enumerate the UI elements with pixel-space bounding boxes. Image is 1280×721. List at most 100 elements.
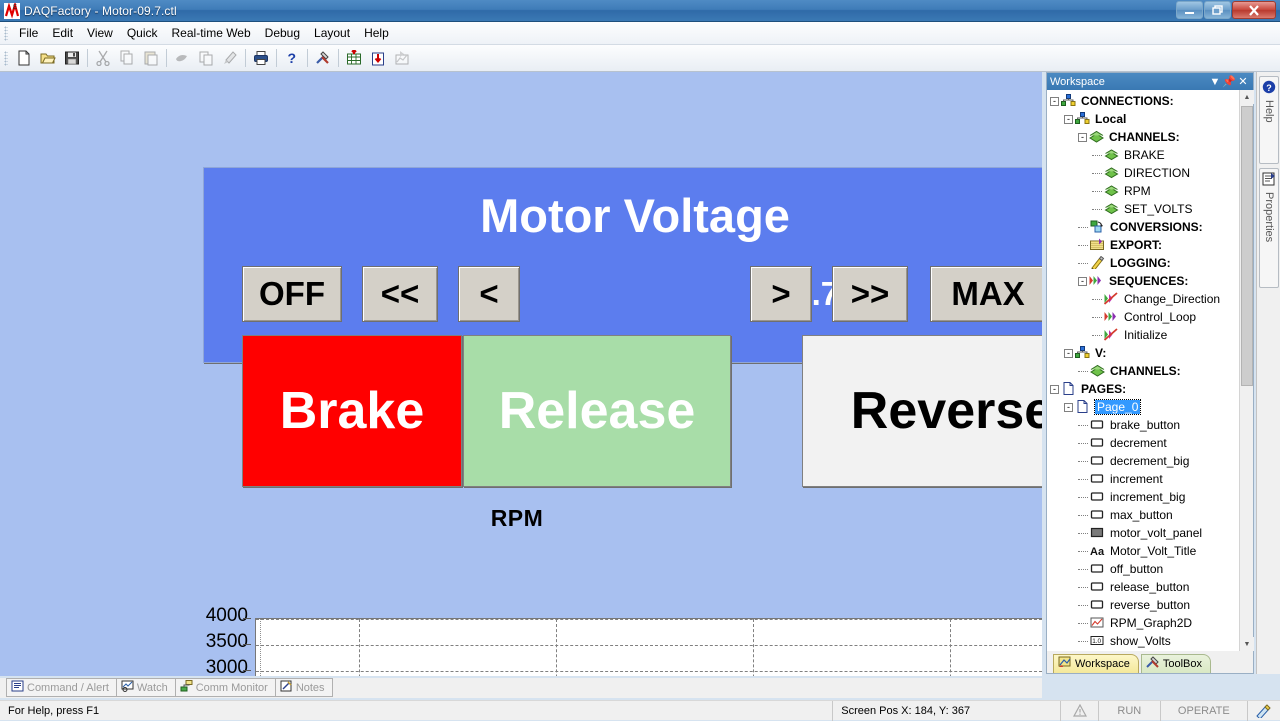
save-disk-icon[interactable] [60, 47, 84, 70]
tree-item-v[interactable]: -V: [1050, 344, 1239, 362]
decrement-button[interactable]: < [458, 266, 520, 322]
warning-triangle-icon[interactable] [1060, 701, 1098, 721]
status-run[interactable]: RUN [1098, 701, 1160, 721]
tree-item-max_button[interactable]: max_button [1050, 506, 1239, 524]
tree-item-set_volts[interactable]: SET_VOLTS [1050, 200, 1239, 218]
tree-expander[interactable]: - [1078, 277, 1087, 286]
tree-connector [1078, 533, 1088, 534]
scroll-down-arrow[interactable]: ▼ [1240, 637, 1254, 651]
tree-item-increment_big[interactable]: increment_big [1050, 488, 1239, 506]
max-button[interactable]: MAX [930, 266, 1042, 322]
tree-connector [1092, 209, 1102, 210]
tab-toolbox[interactable]: ToolBox [1141, 654, 1211, 673]
pin-icon[interactable]: 📌 [1222, 75, 1236, 88]
scrollbar-thumb[interactable] [1241, 106, 1253, 386]
tree-item-conversions[interactable]: CONVERSIONS: [1050, 218, 1239, 236]
tree-expander[interactable]: - [1050, 385, 1059, 394]
tree-item-page_0[interactable]: -Page_0 [1050, 398, 1239, 416]
tree-item-brake[interactable]: BRAKE [1050, 146, 1239, 164]
motor-volt-panel[interactable]: Motor Voltage OFF << < 1.75 V > >> MAX [203, 167, 1042, 363]
increment-big-button[interactable]: >> [832, 266, 908, 322]
tree-item-local[interactable]: -Local [1050, 110, 1239, 128]
tree-connector [1092, 173, 1102, 174]
chevron-down-icon[interactable]: ▼ [1208, 76, 1222, 88]
window-controls [1176, 1, 1276, 19]
tab-watch[interactable]: Watch [116, 678, 176, 697]
tree-item-pages[interactable]: -PAGES: [1050, 380, 1239, 398]
print-icon[interactable] [249, 47, 273, 70]
tools-hammer-icon[interactable] [311, 47, 335, 70]
tree-item-rpm[interactable]: RPM [1050, 182, 1239, 200]
tree-item-export[interactable]: EXPORT: [1050, 236, 1239, 254]
off-button[interactable]: OFF [242, 266, 342, 322]
status-operate[interactable]: OPERATE [1160, 701, 1247, 721]
chart-y-axis-labels: 4000 3500 3000 2500 2000 [170, 618, 248, 676]
menu-edit[interactable]: Edit [45, 23, 80, 43]
tree-item-motor_volt_panel[interactable]: motor_volt_panel [1050, 524, 1239, 542]
tree-item-brake_button[interactable]: brake_button [1050, 416, 1239, 434]
tab-notes[interactable]: Notes [275, 678, 333, 697]
rpm-graph2d[interactable]: RPM 4000 3500 3000 2500 2000 [0, 505, 1042, 676]
add-table-icon[interactable] [342, 47, 366, 70]
tree-item-logging[interactable]: LOGGING: [1050, 254, 1239, 272]
tab-workspace[interactable]: Workspace [1053, 654, 1139, 673]
tree-item-release_button[interactable]: release_button [1050, 578, 1239, 596]
help-question-icon[interactable]: ? [280, 47, 304, 70]
release-button[interactable]: Release [463, 335, 731, 487]
tree-item-decrement_big[interactable]: decrement_big [1050, 452, 1239, 470]
scroll-up-arrow[interactable]: ▲ [1240, 90, 1254, 104]
tree-item-initialize[interactable]: Initialize [1050, 326, 1239, 344]
menu-file[interactable]: File [12, 23, 45, 43]
new-document-icon[interactable] [12, 47, 36, 70]
rect-component-icon [1090, 454, 1106, 468]
decrement-big-button[interactable]: << [362, 266, 438, 322]
maximize-restore-button[interactable] [1204, 1, 1231, 19]
tree-expander[interactable]: - [1064, 403, 1073, 412]
workspace-scrollbar[interactable]: ▲ ▼ [1239, 90, 1253, 651]
menu-real-time-web[interactable]: Real-time Web [165, 23, 258, 43]
tree-item-channels[interactable]: CHANNELS: [1050, 362, 1239, 380]
tree-item-connections[interactable]: -CONNECTIONS: [1050, 92, 1239, 110]
tree-item-change_direction[interactable]: Change_Direction [1050, 290, 1239, 308]
tree-item-channels[interactable]: -CHANNELS: [1050, 128, 1239, 146]
tree-item-show_volts[interactable]: 1.0show_Volts [1050, 632, 1239, 650]
tree-item-sequences[interactable]: -SEQUENCES: [1050, 272, 1239, 290]
tree-expander[interactable]: - [1078, 133, 1087, 142]
chart-plot-area[interactable] [255, 618, 1042, 676]
tab-command-alert[interactable]: Command / Alert [6, 678, 117, 697]
channel-icon [1104, 166, 1120, 180]
workspace-tree[interactable]: -CONNECTIONS:-Local-CHANNELS:BRAKEDIRECT… [1047, 90, 1239, 651]
close-icon[interactable]: ✕ [1236, 75, 1250, 88]
tree-item-decrement[interactable]: decrement [1050, 434, 1239, 452]
tree-item-direction[interactable]: DIRECTION [1050, 164, 1239, 182]
close-button[interactable] [1232, 1, 1276, 19]
tree-item-off_button[interactable]: off_button [1050, 560, 1239, 578]
tab-comm-monitor[interactable]: Comm Monitor [175, 678, 276, 697]
tree-item-reverse_button[interactable]: reverse_button [1050, 596, 1239, 614]
dock-tab-help[interactable]: ? Help [1259, 76, 1279, 164]
menu-debug[interactable]: Debug [258, 23, 307, 43]
page-canvas[interactable]: Motor Voltage OFF << < 1.75 V > >> MAX B… [0, 72, 1042, 676]
increment-button[interactable]: > [750, 266, 812, 322]
menu-layout[interactable]: Layout [307, 23, 357, 43]
tree-item-control_loop[interactable]: Control_Loop [1050, 308, 1239, 326]
open-folder-icon[interactable] [36, 47, 60, 70]
add-page-icon[interactable] [366, 47, 390, 70]
tree-expander[interactable]: - [1050, 97, 1059, 106]
tree-expander[interactable]: - [1064, 349, 1073, 358]
menu-view[interactable]: View [80, 23, 120, 43]
brake-button[interactable]: Brake [242, 335, 462, 487]
toolbar-grip-handle[interactable] [4, 51, 8, 66]
tree-expander[interactable]: - [1064, 115, 1073, 124]
tree-item-rpm_graph2d[interactable]: RPM_Graph2D [1050, 614, 1239, 632]
minimize-button[interactable] [1176, 1, 1203, 19]
menu-help[interactable]: Help [357, 23, 396, 43]
reverse-button[interactable]: Reverse [802, 335, 1042, 487]
menu-quick[interactable]: Quick [120, 23, 165, 43]
tree-item-increment[interactable]: increment [1050, 470, 1239, 488]
dock-tab-properties-label: Properties [1263, 192, 1275, 242]
dock-tab-properties[interactable]: Properties [1259, 168, 1279, 288]
tree-item-motor_volt_title[interactable]: AaMotor_Volt_Title [1050, 542, 1239, 560]
ruler-pencil-icon[interactable] [1247, 701, 1280, 721]
menu-grip-handle[interactable] [4, 26, 8, 41]
